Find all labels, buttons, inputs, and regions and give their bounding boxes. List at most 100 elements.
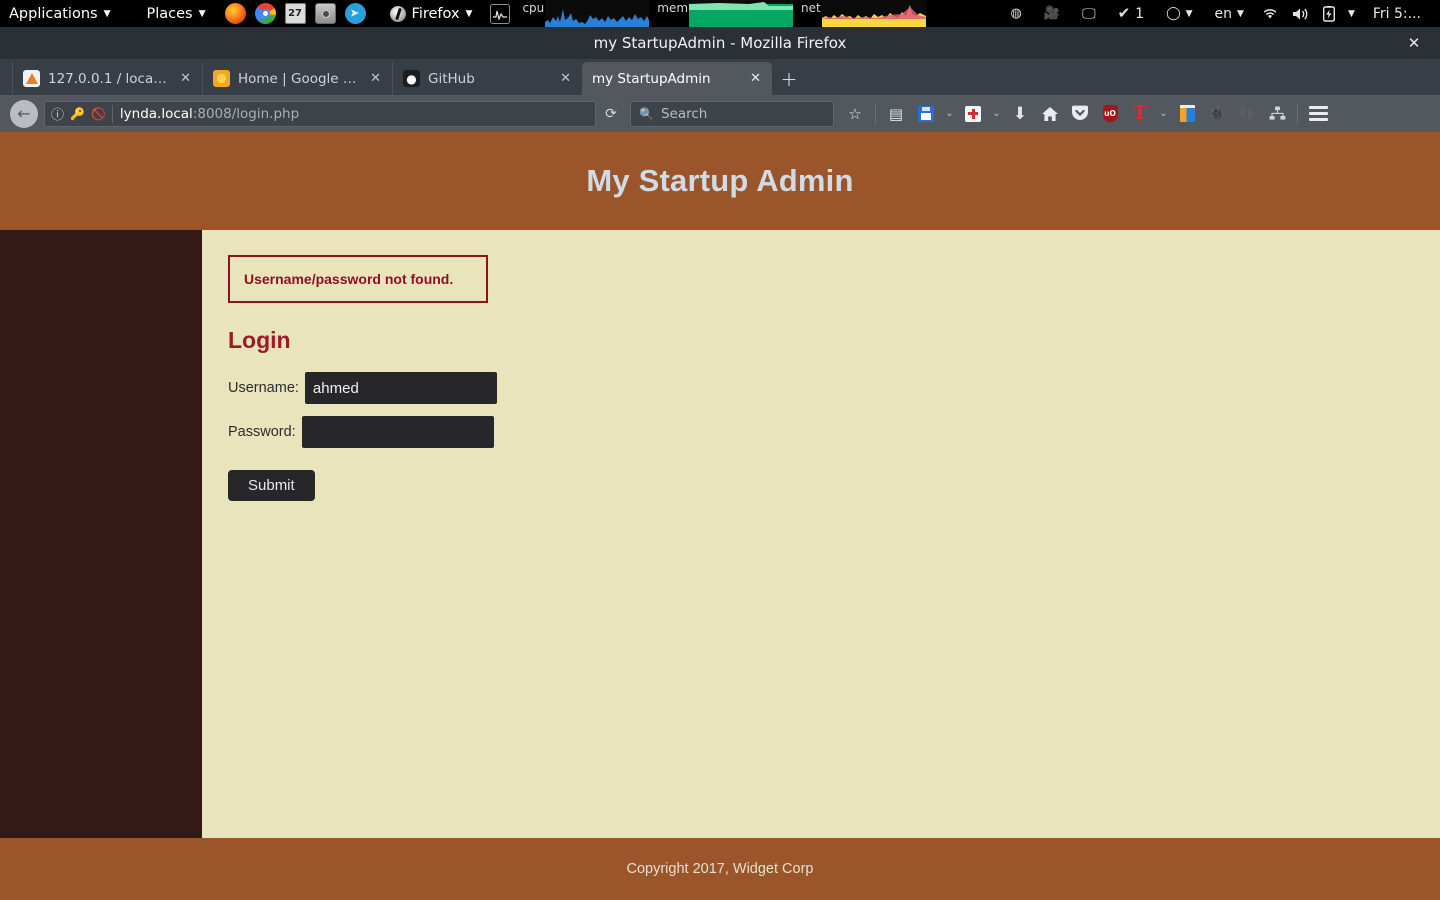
password-input[interactable] bbox=[301, 416, 494, 448]
cpu-monitor-graph[interactable] bbox=[545, 0, 650, 27]
search-bar[interactable]: 🔍 Search bbox=[630, 100, 834, 127]
login-form: Username: Password: Submit bbox=[228, 372, 1440, 501]
github-favicon-icon: ● bbox=[403, 70, 420, 87]
tab-close-icon[interactable]: ✕ bbox=[367, 71, 384, 86]
chevron-down-icon: ▼ bbox=[1237, 9, 1244, 19]
error-message-box: Username/password not found. bbox=[228, 255, 488, 303]
new-tab-button[interactable]: + bbox=[772, 62, 806, 95]
gnome-top-panel: Applications ▼ Places ▼ 27 Firefox ▼ cpu… bbox=[0, 0, 1440, 27]
hamburger-menu-icon[interactable] bbox=[1303, 100, 1333, 128]
keyboard-layout-indicator[interactable]: en ▼ bbox=[1204, 0, 1255, 27]
cpu-monitor-label: cpu bbox=[522, 1, 545, 15]
error-message-text: Username/password not found. bbox=[244, 271, 454, 287]
memory-monitor-graph[interactable] bbox=[689, 0, 794, 27]
phpmyadmin-favicon-icon bbox=[23, 70, 40, 87]
system-tray: ◍ 🎥 🖵 ✔ 1 ◯ ▼ en ▼ ▼ Fri 5:... bbox=[1000, 0, 1440, 27]
display-tray-icon[interactable]: 🖵 bbox=[1071, 0, 1107, 27]
volume-tray-icon[interactable] bbox=[1285, 0, 1316, 27]
memory-monitor-label: mem bbox=[657, 1, 689, 15]
text-tool-icon[interactable]: T bbox=[1125, 100, 1155, 128]
username-input[interactable] bbox=[304, 372, 497, 404]
firefox-window: my StartupAdmin - Mozilla Firefox ✕ 127.… bbox=[0, 27, 1440, 900]
key-icon[interactable]: 🔑 bbox=[70, 107, 85, 121]
firefox-launcher-icon[interactable] bbox=[224, 3, 246, 24]
camera-launcher-icon[interactable] bbox=[314, 3, 336, 24]
browser-tab-github[interactable]: ● GitHub ✕ bbox=[392, 62, 582, 95]
reload-button[interactable]: ⟳ bbox=[598, 101, 624, 127]
footprints-icon[interactable]: 👣 bbox=[1232, 100, 1262, 128]
tab-title: GitHub bbox=[428, 70, 475, 87]
places-menu[interactable]: Places ▼ bbox=[138, 0, 215, 27]
calendar-launcher-icon[interactable]: 27 bbox=[284, 3, 306, 24]
active-window-menu[interactable]: Firefox ▼ bbox=[389, 5, 472, 22]
home-icon[interactable] bbox=[1035, 100, 1065, 128]
sidebar bbox=[0, 230, 202, 838]
telegram-launcher-icon[interactable] bbox=[344, 3, 366, 24]
tab-strip: 127.0.0.1 / localhost /... ✕ Home | Goog… bbox=[0, 59, 1440, 95]
monitor-toggle-icon[interactable] bbox=[490, 3, 511, 24]
bug-icon[interactable]: 🐞 bbox=[1202, 100, 1232, 128]
tab-title: my StartupAdmin bbox=[592, 70, 711, 87]
applications-menu[interactable]: Applications ▼ bbox=[0, 0, 120, 27]
page-body: Username/password not found. Login Usern… bbox=[0, 230, 1440, 838]
main-content: Username/password not found. Login Usern… bbox=[202, 230, 1440, 838]
save-page-dropdown-icon[interactable]: ⌄ bbox=[941, 100, 958, 128]
screencast-tray-icon[interactable]: 🎥 bbox=[1033, 0, 1071, 27]
check-icon: ✔ bbox=[1117, 4, 1131, 22]
keyboard-layout-label: en bbox=[1214, 5, 1233, 22]
chrome-launcher-icon[interactable] bbox=[254, 3, 276, 24]
chevron-down-icon: ▼ bbox=[1347, 9, 1355, 19]
reader-list-icon[interactable]: ▤ bbox=[881, 100, 911, 128]
battery-tray-icon[interactable]: ▼ bbox=[1316, 0, 1362, 27]
site-identity-icons: ⓘ 🔑 🚫 bbox=[51, 104, 113, 123]
page-title: My Startup Admin bbox=[586, 163, 854, 198]
wifi-tray-icon[interactable] bbox=[1255, 0, 1285, 27]
submit-button[interactable]: Submit bbox=[228, 470, 315, 501]
back-button[interactable]: ← bbox=[10, 99, 38, 128]
clock-label: Fri 5:... bbox=[1372, 5, 1421, 22]
tab-close-icon[interactable]: ✕ bbox=[747, 71, 764, 86]
browser-tab-google-summer[interactable]: Home | Google Sum... ✕ bbox=[202, 62, 392, 95]
firefox-window-icon bbox=[389, 5, 406, 22]
panel-launchers: 27 bbox=[224, 3, 366, 24]
chevron-down-icon: ▼ bbox=[1185, 9, 1193, 19]
todo-tray-icon[interactable]: ✔ 1 bbox=[1107, 0, 1156, 27]
toolbar-divider bbox=[875, 103, 876, 124]
window-close-button[interactable]: ✕ bbox=[1398, 27, 1430, 59]
dropbox-tray-icon[interactable]: ◍ bbox=[1000, 0, 1033, 27]
mixed-content-blocked-icon[interactable]: 🚫 bbox=[91, 107, 106, 121]
system-monitors: cpu mem net bbox=[490, 0, 926, 27]
sitemap-icon[interactable] bbox=[1262, 100, 1292, 128]
site-header: My Startup Admin bbox=[0, 132, 1440, 230]
search-icon: 🔍 bbox=[639, 106, 654, 121]
text-tool-dropdown-icon[interactable]: ⌄ bbox=[1155, 100, 1172, 128]
browser-tab-my-startupadmin[interactable]: my StartupAdmin ✕ bbox=[582, 62, 772, 95]
tab-close-icon[interactable]: ✕ bbox=[177, 71, 194, 86]
password-label: Password: bbox=[228, 424, 296, 440]
pocket-icon[interactable] bbox=[1065, 100, 1095, 128]
save-page-icon[interactable] bbox=[911, 100, 941, 128]
downloads-icon[interactable]: ⬇ bbox=[1005, 100, 1035, 128]
tab-close-icon[interactable]: ✕ bbox=[557, 71, 574, 86]
redcross-dropdown-icon[interactable]: ⌄ bbox=[988, 100, 1005, 128]
web-page-content: My Startup Admin Username/password not f… bbox=[0, 132, 1440, 900]
ublock-origin-icon[interactable]: uO bbox=[1095, 100, 1125, 128]
bookmark-star-icon[interactable]: ☆ bbox=[840, 100, 870, 128]
network-monitor-graph[interactable] bbox=[821, 0, 926, 27]
url-bar[interactable]: ⓘ 🔑 🚫 lynda.local:8008/login.php bbox=[44, 100, 596, 127]
applications-menu-label: Applications bbox=[9, 5, 98, 22]
circle-tray-icon[interactable]: ◯ ▼ bbox=[1155, 0, 1203, 27]
bookmarks-library-icon[interactable] bbox=[1172, 100, 1202, 128]
login-heading: Login bbox=[228, 327, 291, 353]
chevron-down-icon: ▼ bbox=[103, 9, 111, 19]
redcross-addon-icon[interactable] bbox=[958, 100, 988, 128]
url-host: lynda.local bbox=[119, 105, 193, 122]
browser-tab-phpmyadmin[interactable]: 127.0.0.1 / localhost /... ✕ bbox=[12, 62, 202, 95]
places-menu-label: Places bbox=[146, 5, 193, 22]
window-titlebar: my StartupAdmin - Mozilla Firefox ✕ bbox=[0, 27, 1440, 59]
url-path: :8008/login.php bbox=[192, 105, 300, 122]
page-info-icon[interactable]: ⓘ bbox=[51, 104, 64, 123]
window-title: my StartupAdmin - Mozilla Firefox bbox=[593, 34, 847, 52]
clock[interactable]: Fri 5:... bbox=[1362, 0, 1432, 27]
todo-count: 1 bbox=[1135, 5, 1145, 22]
